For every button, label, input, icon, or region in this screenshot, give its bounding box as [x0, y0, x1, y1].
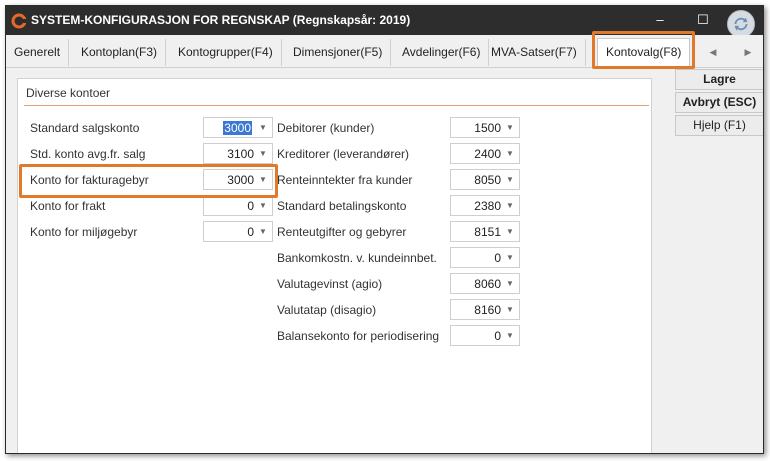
help-button[interactable]: Hjelp (F1) — [675, 115, 763, 136]
field-value: 8160 — [474, 303, 501, 317]
tab-kontovalg[interactable]: Kontovalg(F8) — [597, 38, 691, 67]
label-konto-fakturagebyr: Konto for fakturagebyr — [30, 173, 149, 187]
title-bar: SYSTEM-KONFIGURASJON FOR REGNSKAP (Regns… — [6, 6, 763, 38]
field-value: 8060 — [474, 277, 501, 291]
minimize-button[interactable]: – — [643, 6, 677, 35]
tab-avdelinger[interactable]: Avdelinger(F6) — [394, 39, 490, 66]
chevron-down-icon[interactable]: ▼ — [504, 301, 516, 319]
label-debitorer: Debitorer (kunder) — [277, 121, 375, 135]
field-value: 3000 — [227, 173, 254, 187]
label-std-konto-avg: Std. konto avg.fr. salg — [30, 147, 146, 161]
field-value: 2400 — [474, 147, 501, 161]
field-bankomkostn[interactable]: 0 ▼ — [450, 247, 520, 268]
tab-dimensjoner[interactable]: Dimensjoner(F5) — [285, 39, 392, 66]
field-kreditorer[interactable]: 2400 ▼ — [450, 143, 520, 164]
field-std-konto-avg[interactable]: 3100 ▼ — [203, 143, 273, 164]
field-value: 3100 — [227, 147, 254, 161]
chevron-down-icon[interactable]: ▼ — [257, 171, 269, 189]
chevron-down-icon[interactable]: ▼ — [504, 171, 516, 189]
label-balansekonto: Balansekonto for periodisering — [277, 329, 440, 343]
field-debitorer[interactable]: 1500 ▼ — [450, 117, 520, 138]
chevron-down-icon[interactable]: ▼ — [504, 275, 516, 293]
chevron-down-icon[interactable]: ▼ — [504, 223, 516, 241]
app-logo-icon — [11, 13, 27, 29]
tab-kontoplan[interactable]: Kontoplan(F3) — [73, 39, 167, 66]
content-panel: Diverse kontoer Standard salgskonto 3000… — [17, 78, 652, 453]
field-valutagevinst[interactable]: 8060 ▼ — [450, 273, 520, 294]
field-value: 8050 — [474, 173, 501, 187]
field-value: 2380 — [474, 199, 501, 213]
tab-mva-satser[interactable]: MVA-Satser(F7) — [483, 39, 586, 66]
label-renteinntekter: Renteinntekter fra kunder — [277, 173, 413, 187]
chevron-down-icon[interactable]: ▼ — [257, 145, 269, 163]
field-konto-fakturagebyr[interactable]: 3000 ▼ — [203, 169, 273, 190]
chevron-down-icon[interactable]: ▼ — [257, 223, 269, 241]
tab-scroll-left-icon[interactable]: ◀ — [706, 39, 720, 66]
chevron-down-icon[interactable]: ▼ — [504, 327, 516, 345]
label-renteutgifter: Renteutgifter og gebyrer — [277, 225, 407, 239]
field-renteutgifter[interactable]: 8151 ▼ — [450, 221, 520, 242]
maximize-button[interactable]: ☐ — [686, 6, 720, 35]
field-value: 1500 — [474, 121, 501, 135]
label-standard-salgskonto: Standard salgskonto — [30, 121, 140, 135]
chevron-down-icon[interactable]: ▼ — [257, 197, 269, 215]
group-title: Diverse kontoer — [26, 86, 111, 100]
config-window: SYSTEM-KONFIGURASJON FOR REGNSKAP (Regns… — [5, 5, 764, 454]
field-value: 0 — [247, 225, 254, 239]
field-value: 0 — [247, 199, 254, 213]
field-renteinntekter[interactable]: 8050 ▼ — [450, 169, 520, 190]
label-valutatap: Valutatap (disagio) — [277, 303, 377, 317]
label-konto-frakt: Konto for frakt — [30, 199, 106, 213]
chevron-down-icon[interactable]: ▼ — [504, 145, 516, 163]
group-divider — [24, 105, 649, 106]
tab-scroll-right-icon[interactable]: ▶ — [741, 39, 755, 66]
chevron-down-icon[interactable]: ▼ — [257, 119, 269, 137]
label-bankomkostn: Bankomkostn. v. kundeinnbet. — [277, 251, 437, 265]
field-standard-salgskonto[interactable]: 3000 ▼ — [203, 117, 273, 138]
label-standard-betalingskonto: Standard betalingskonto — [277, 199, 407, 213]
chevron-down-icon[interactable]: ▼ — [504, 249, 516, 267]
save-button[interactable]: Lagre — [675, 69, 763, 90]
chevron-down-icon[interactable]: ▼ — [504, 197, 516, 215]
chevron-down-icon[interactable]: ▼ — [504, 119, 516, 137]
field-balansekonto[interactable]: 0 ▼ — [450, 325, 520, 346]
tab-bar: Generelt Kontoplan(F3) Kontogrupper(F4) … — [6, 35, 763, 68]
field-value: 0 — [494, 251, 501, 265]
label-konto-miljogebyr: Konto for miljøgebyr — [30, 225, 138, 239]
tab-kontogrupper[interactable]: Kontogrupper(F4) — [170, 39, 282, 66]
field-value: 0 — [494, 329, 501, 343]
tab-generelt[interactable]: Generelt — [6, 39, 70, 66]
field-konto-frakt[interactable]: 0 ▼ — [203, 195, 273, 216]
window-title: SYSTEM-KONFIGURASJON FOR REGNSKAP (Regns… — [31, 13, 411, 27]
field-value: 8151 — [474, 225, 501, 239]
field-standard-betalingskonto[interactable]: 2380 ▼ — [450, 195, 520, 216]
refresh-icon[interactable] — [727, 10, 755, 38]
cancel-button[interactable]: Avbryt (ESC) — [675, 92, 763, 113]
label-kreditorer: Kreditorer (leverandører) — [277, 147, 410, 161]
field-konto-miljogebyr[interactable]: 0 ▼ — [203, 221, 273, 242]
label-valutagevinst: Valutagevinst (agio) — [277, 277, 383, 291]
field-valutatap[interactable]: 8160 ▼ — [450, 299, 520, 320]
field-value: 3000 — [223, 121, 252, 135]
